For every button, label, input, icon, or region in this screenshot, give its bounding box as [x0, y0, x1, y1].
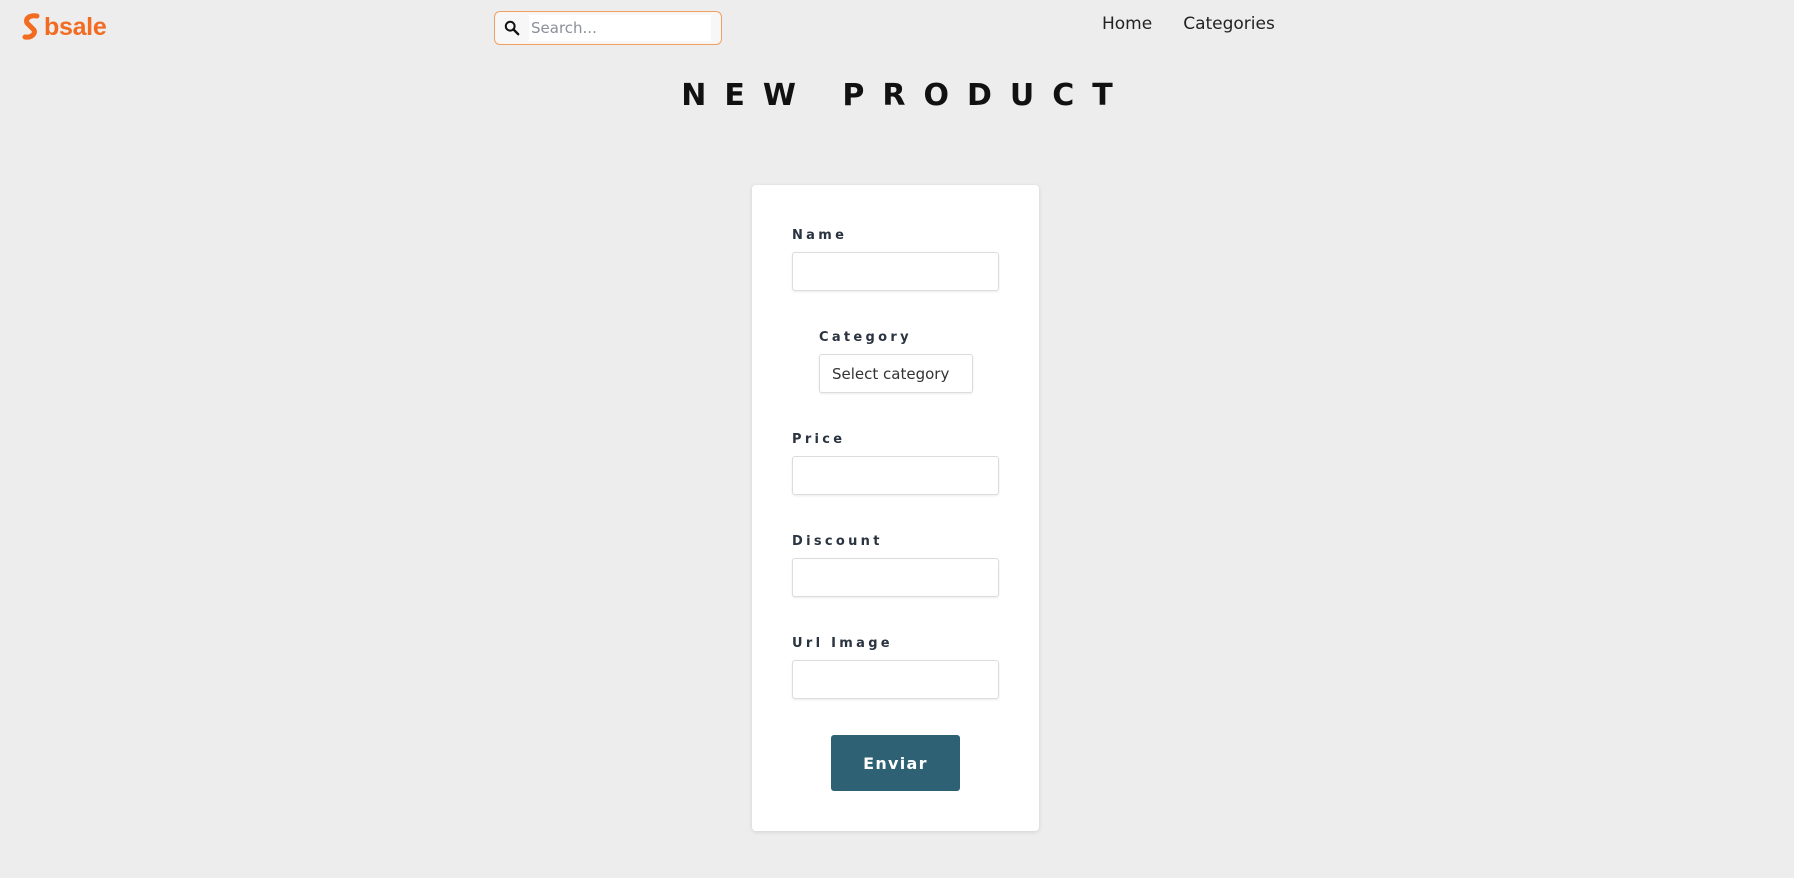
category-select[interactable]: Select category: [819, 354, 973, 393]
submit-button[interactable]: Enviar: [831, 735, 960, 791]
price-label: Price: [792, 432, 846, 447]
page-title: NEW PRODUCT: [681, 78, 1131, 113]
discount-input[interactable]: [792, 558, 999, 597]
url-image-input[interactable]: [792, 660, 999, 699]
discount-label: Discount: [792, 534, 883, 549]
new-product-form: Name Category Select category Price Disc…: [752, 185, 1039, 831]
name-input[interactable]: [792, 252, 999, 291]
brand-name: bsale: [44, 13, 107, 41]
category-field-group: Category Select category: [819, 329, 973, 393]
search-box: [494, 11, 722, 45]
category-label: Category: [819, 330, 912, 345]
brand-logo[interactable]: bsale: [21, 13, 107, 41]
search-input[interactable]: [529, 15, 711, 41]
nav-home-link[interactable]: Home: [1102, 14, 1152, 34]
name-field-group: Name: [792, 227, 999, 291]
nav-links: Home Categories: [1102, 14, 1275, 34]
search-icon[interactable]: [495, 12, 529, 44]
name-label: Name: [792, 228, 848, 243]
nav-categories-link[interactable]: Categories: [1183, 14, 1275, 34]
price-input[interactable]: [792, 456, 999, 495]
url-image-field-group: Url Image: [792, 635, 999, 699]
navbar: bsale Home Categories: [0, 0, 1794, 56]
bsale-logo-icon: [21, 13, 41, 41]
discount-field-group: Discount: [792, 533, 999, 597]
price-field-group: Price: [792, 431, 999, 495]
url-image-label: Url Image: [792, 636, 893, 651]
